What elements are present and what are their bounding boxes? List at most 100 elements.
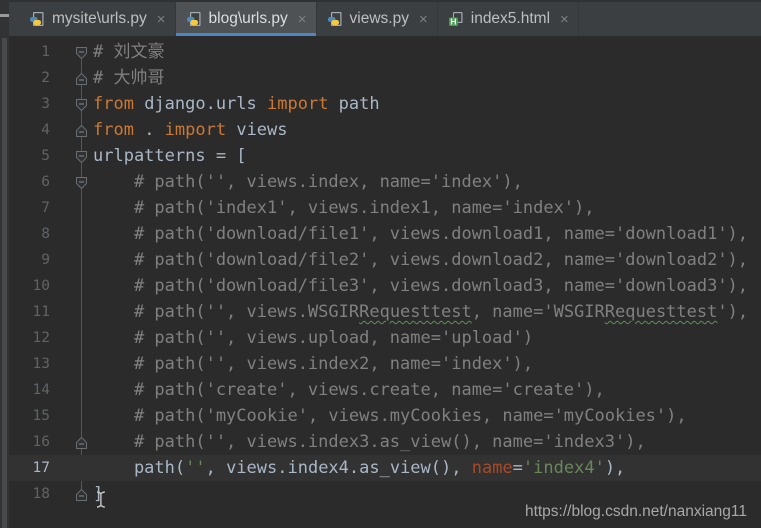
code-text: # path('', views.index, name='index'),: [93, 169, 523, 195]
editor-tab-0[interactable]: mysite\urls.py ×: [19, 2, 176, 36]
tab-close-icon[interactable]: ×: [157, 12, 166, 27]
line-number: 3: [9, 91, 50, 117]
code-segment-string: 'index4': [523, 458, 605, 478]
fold-start-icon[interactable]: [75, 175, 88, 194]
gutter-fold-column: [50, 247, 93, 273]
gutter-fold-column: [50, 403, 93, 429]
code-line-3[interactable]: 3 from django.urls import path: [9, 91, 761, 117]
code-segment-comment: # path('', views.upload, name='upload'): [93, 328, 533, 348]
tab-close-icon[interactable]: ×: [560, 12, 569, 27]
code-segment-param: name: [472, 458, 513, 478]
code-line-2[interactable]: 2# 大帅哥: [9, 65, 761, 91]
gutter-fold-column: [50, 91, 93, 117]
code-line-6[interactable]: 6 # path('', views.index, name='index'),: [9, 169, 761, 195]
tab-label: blog\urls.py: [209, 10, 288, 28]
code-segment-comment: # path('index1', views.index1, name='ind…: [93, 198, 595, 218]
editor-tab-bar: mysite\urls.py×blog\urls.py×views.py×Hin…: [9, 0, 761, 36]
code-line-7[interactable]: 7 # path('index1', views.index1, name='i…: [9, 195, 761, 221]
code-line-1[interactable]: 1# 刘文豪: [9, 39, 761, 65]
gutter-fold-column: [50, 221, 93, 247]
code-line-12[interactable]: 12 # path('', views.upload, name='upload…: [9, 325, 761, 351]
gutter-fold-column: [50, 39, 93, 65]
code-segment-comment-typo: Requesttest: [359, 302, 472, 322]
splitter-collapse-dash-icon[interactable]: [0, 14, 9, 17]
code-line-8[interactable]: 8 # path('download/file1', views.downloa…: [9, 221, 761, 247]
code-text: path('', views.index4.as_view(), name='i…: [93, 455, 625, 481]
code-segment-comment: # path('download/file3', views.download3…: [93, 276, 748, 296]
fold-end-icon[interactable]: [75, 123, 88, 142]
code-line-16[interactable]: 16 # path('', views.index3.as_view(), na…: [9, 429, 761, 455]
code-segment-plain: views: [226, 120, 287, 140]
code-segment-plain: ),: [605, 458, 625, 478]
panel-edge-band: [2, 38, 7, 528]
editor-tab-3[interactable]: Hindex5.html ×: [438, 2, 579, 36]
code-segment-comment: # path('download/file2', views.download2…: [93, 250, 748, 270]
gutter-fold-column: [50, 351, 93, 377]
line-number: 12: [9, 325, 50, 351]
code-text: from . import views: [93, 117, 288, 143]
code-segment-string: '': [185, 458, 205, 478]
line-number: 10: [9, 273, 50, 299]
line-number: 15: [9, 403, 50, 429]
gutter-fold-column: [50, 481, 93, 507]
tab-label: mysite\urls.py: [52, 10, 147, 28]
line-number: 2: [9, 65, 50, 91]
code-line-5[interactable]: 5urlpatterns = [: [9, 143, 761, 169]
code-segment-comment: # path('download/file1', views.download1…: [93, 224, 748, 244]
code-segment-plain: =: [513, 458, 523, 478]
tab-close-icon[interactable]: ×: [298, 12, 307, 27]
code-text: ]: [93, 481, 103, 507]
code-line-9[interactable]: 9 # path('download/file2', views.downloa…: [9, 247, 761, 273]
csdn-watermark: https://blog.csdn.net/nanxiang11: [525, 503, 747, 521]
code-segment-comment: # path('', views.index2, name='index'),: [93, 354, 533, 374]
code-line-4[interactable]: 4 from . import views: [9, 117, 761, 143]
code-line-10[interactable]: 10 # path('download/file3', views.downlo…: [9, 273, 761, 299]
code-segment-comment-typo: Requesttest: [605, 302, 718, 322]
line-number: 17: [9, 455, 50, 481]
fold-start-icon[interactable]: [75, 97, 88, 116]
line-number: 4: [9, 117, 50, 143]
python-file-icon: [327, 11, 343, 27]
fold-end-icon[interactable]: [75, 487, 88, 506]
editor-tab-1[interactable]: blog\urls.py ×: [176, 2, 317, 36]
gutter-fold-column: [50, 195, 93, 221]
code-line-15[interactable]: 15 # path('myCookie', views.myCookies, n…: [9, 403, 761, 429]
code-segment-plain: , views.index4.as_view(),: [206, 458, 472, 478]
python-file-icon: [29, 11, 45, 27]
code-text: # path('', views.index2, name='index'),: [93, 351, 533, 377]
code-segment-keyword: import: [267, 94, 328, 114]
code-line-13[interactable]: 13 # path('', views.index2, name='index'…: [9, 351, 761, 377]
code-segment-plain: django.urls: [134, 94, 267, 114]
code-editor[interactable]: 1# 刘文豪2# 大帅哥3 from django.urls import pat…: [9, 36, 761, 528]
gutter-fold-column: [50, 169, 93, 195]
line-number: 14: [9, 377, 50, 403]
gutter-fold-column: [50, 377, 93, 403]
line-number: 16: [9, 429, 50, 455]
svg-text:H: H: [450, 16, 456, 26]
code-segment-keyword: import: [165, 120, 226, 140]
code-line-17[interactable]: 17 path('', views.index4.as_view(), name…: [9, 455, 761, 481]
code-segment-comment: # path('myCookie', views.myCookies, name…: [93, 406, 687, 426]
line-number: 18: [9, 481, 50, 507]
fold-start-icon[interactable]: [75, 45, 88, 64]
code-segment-comment: # 刘文豪: [93, 42, 164, 62]
code-text: # path('', views.upload, name='upload'): [93, 325, 533, 351]
line-number: 9: [9, 247, 50, 273]
code-text: # path('myCookie', views.myCookies, name…: [93, 403, 687, 429]
code-segment-plain: .: [134, 120, 165, 140]
code-segment-comment: # path('', views.index3.as_view(), name=…: [93, 432, 646, 452]
fold-end-icon[interactable]: [75, 435, 88, 454]
line-number: 6: [9, 169, 50, 195]
fold-end-icon[interactable]: [75, 71, 88, 90]
code-segment-keyword: from: [93, 120, 134, 140]
code-line-11[interactable]: 11 # path('', views.WSGIRRequesttest, na…: [9, 299, 761, 325]
gutter-fold-column: [50, 455, 93, 481]
fold-start-icon[interactable]: [75, 149, 88, 168]
tab-label: index5.html: [471, 10, 550, 28]
code-segment-comment: # path('create', views.create, name='cre…: [93, 380, 605, 400]
code-segment-comment: '),: [717, 302, 748, 322]
code-line-14[interactable]: 14 # path('create', views.create, name='…: [9, 377, 761, 403]
code-text: from django.urls import path: [93, 91, 380, 117]
tab-close-icon[interactable]: ×: [419, 12, 428, 27]
editor-tab-2[interactable]: views.py×: [317, 2, 438, 36]
